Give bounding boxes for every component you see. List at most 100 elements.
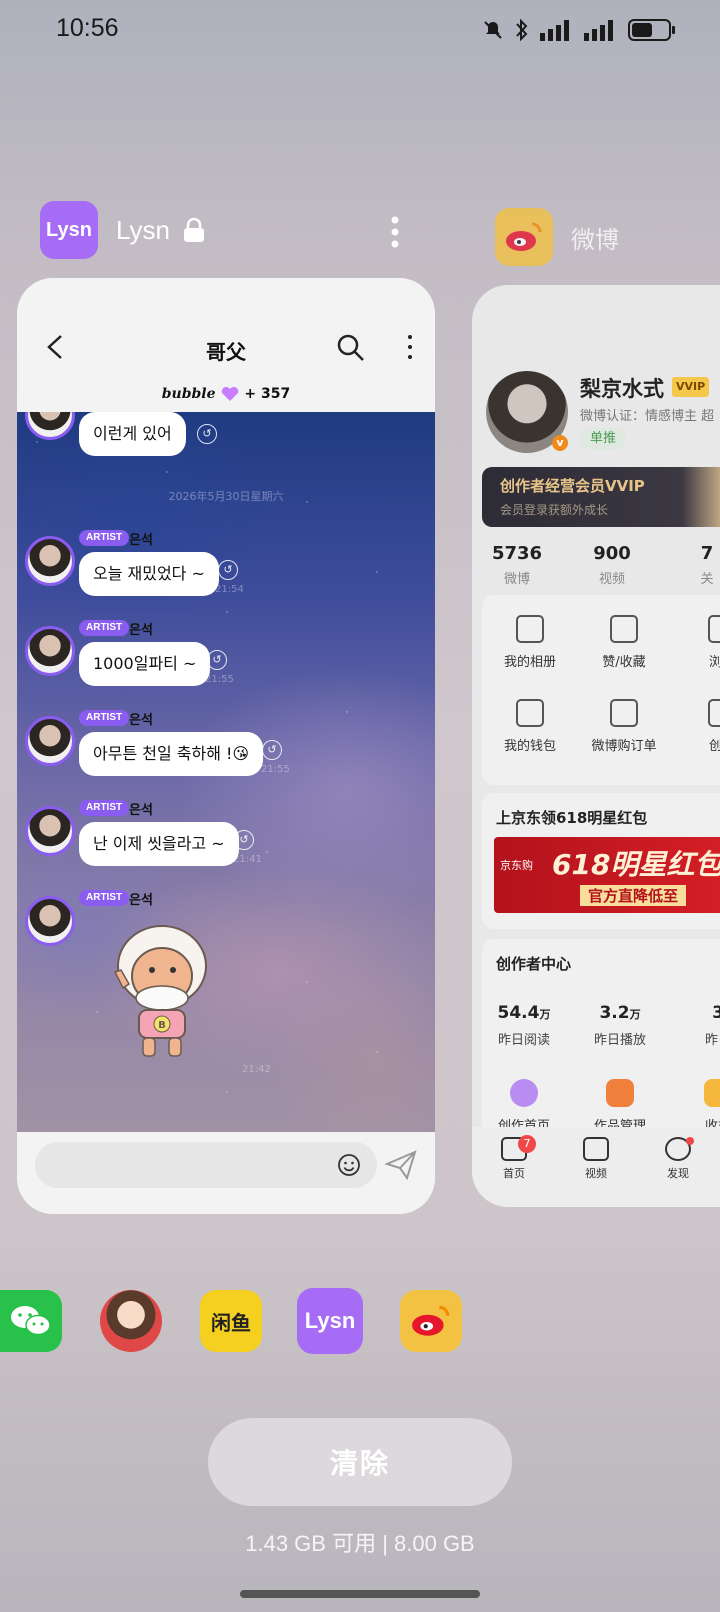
mute-icon [484, 21, 502, 39]
grid-item-orders[interactable]: 微博购订单 [574, 699, 674, 754]
tab-home[interactable]: 7 首页 [484, 1135, 544, 1181]
chat-input[interactable] [35, 1142, 377, 1188]
recommend-button[interactable]: 单推 [580, 428, 627, 450]
lysn-task-card[interactable]: 哥父 bubble + 357 이런게 있어 ↺ 2026年5月30日星期六 A… [17, 278, 435, 1214]
heart-icon [221, 386, 239, 401]
avatar[interactable] [25, 806, 75, 856]
bubble-subscription-line: bubble + 357 [17, 386, 435, 402]
message-bubble[interactable]: 오늘 재밌었다 ~ [79, 552, 219, 596]
ad-title: 上京东领618明星红包 [496, 809, 648, 827]
chat-message: ARTIST 은석 오늘 재밌었다 ~ ↺ 21:54 [17, 530, 435, 610]
grid-item-label: 创作 [708, 739, 720, 754]
chat-menu-icon[interactable] [405, 334, 415, 360]
creator-stat-reads[interactable]: 54.4万 昨日阅读 [478, 1003, 570, 1048]
reply-icon[interactable]: ↺ [197, 424, 217, 444]
chat-message: ARTIST 은석 난 이제 씻을라고 ~ ↺ 21:41 [17, 800, 435, 880]
avatar[interactable] [25, 896, 75, 946]
weibo-task-card[interactable]: v 梨京水式 VVIP 微博认证：情感博主 超 单推 创作者经营会员VVIP 会… [472, 285, 720, 1207]
status-icons [482, 18, 676, 42]
search-icon[interactable] [335, 332, 365, 362]
weibo-app-icon[interactable] [495, 208, 553, 266]
clear-all-button[interactable]: 清除 [208, 1418, 512, 1506]
vip-banner[interactable]: 创作者经营会员VVIP 会员登录获额外成长 [482, 467, 720, 527]
message-bubble[interactable]: 난 이제 씻을라고 ~ [79, 822, 239, 866]
weibo-tab-bar: 7 首页 视频 发现 [472, 1127, 720, 1207]
grid-item-label: 我的钱包 [503, 739, 556, 754]
grid-item-label: 我的相册 [503, 655, 556, 670]
send-icon[interactable] [385, 1150, 417, 1180]
dock-lysn[interactable]: Lysn [297, 1288, 363, 1354]
sender-name: 은석 [129, 533, 153, 548]
grid-item-label: 微博购订单 [591, 739, 657, 754]
stat-following[interactable]: 7 关 [662, 543, 720, 587]
ad-subline: 官方直降低至 [580, 885, 687, 906]
artist-badge: ARTIST [79, 710, 130, 726]
tab-video[interactable]: 视频 [566, 1137, 626, 1181]
chat-title: 哥父 [206, 340, 246, 364]
jd-ad-panel[interactable]: 上京东领618明星红包 京东购 618明星红包发不停 官方直降低至 [482, 793, 720, 929]
status-bar: 10:56 [0, 0, 720, 64]
message-bubble[interactable]: 아무튼 천일 축하해 !😘 [79, 732, 264, 776]
creator-stat-plays[interactable]: 3.2万 昨日播放 [574, 1003, 666, 1048]
tab-label: 发现 [667, 1167, 689, 1180]
grid-item-create[interactable]: 创作 [672, 699, 720, 754]
dock-wechat[interactable] [0, 1290, 62, 1352]
stat-number: 7 [700, 543, 714, 564]
lysn-task-header[interactable]: Lysn Lysn [40, 200, 420, 260]
album-icon [516, 615, 544, 643]
dock-avatar-app[interactable] [100, 1290, 162, 1352]
message-time: 21:55 [261, 764, 290, 775]
weibo-logo-icon [412, 1305, 450, 1336]
stat-posts[interactable]: 5736 微博 [472, 543, 562, 587]
weibo-stats: 5736 微博 900 视频 7 关 [472, 543, 720, 603]
chat-message: ARTIST 은석 아무튼 천일 축하해 !😘 ↺ 21:55 [17, 710, 435, 790]
message-bubble[interactable]: 이런게 있어 [79, 412, 186, 456]
chat-message: 이런게 있어 ↺ [17, 390, 435, 468]
creator-home-item[interactable]: 创作首页 [478, 1079, 570, 1134]
reply-icon[interactable]: ↺ [207, 650, 227, 670]
chat-input-area [17, 1132, 435, 1214]
vvip-badge: VVIP [672, 377, 710, 397]
avatar[interactable] [25, 536, 75, 586]
emoji-icon[interactable] [337, 1153, 361, 1177]
sticker-image[interactable]: B [97, 914, 227, 1064]
chat-background: 이런게 있어 ↺ 2026年5月30日星期六 ARTIST 은석 오늘 재밌었다… [17, 390, 435, 1132]
dock-weibo[interactable] [400, 1290, 462, 1352]
stat-label: 微博 [503, 572, 530, 587]
wechat-icon [11, 1306, 51, 1336]
create-icon [708, 699, 720, 727]
artist-badge: ARTIST [79, 890, 130, 906]
creator-center: 创作者中心 54.4万 昨日阅读 3.2万 昨日播放 3 昨日 创作首页 作品管… [482, 939, 720, 1139]
sticker-letter: B [158, 1020, 166, 1031]
grid-item-history[interactable]: 浏览 [672, 615, 720, 670]
reply-icon[interactable]: ↺ [234, 830, 254, 850]
signal-icon [584, 20, 613, 41]
avatar[interactable] [25, 716, 75, 766]
message-bubble[interactable]: 1000일파티 ~ [79, 642, 211, 686]
home-indicator[interactable] [240, 1590, 480, 1598]
creator-stat-label: 昨日播放 [593, 1033, 646, 1048]
weibo-app-name: 微博 [571, 225, 619, 254]
avatar[interactable] [25, 626, 75, 676]
lock-icon[interactable] [182, 217, 206, 243]
weibo-task-header[interactable]: 微博 [495, 208, 619, 266]
dock-xianyu[interactable]: 闲鱼 [200, 1290, 262, 1352]
stat-label: 关 [700, 572, 714, 587]
stat-videos[interactable]: 900 视频 [567, 543, 657, 587]
wallet-icon [516, 699, 544, 727]
grid-item-favorites[interactable]: 赞/收藏 [574, 615, 674, 670]
reply-icon[interactable]: ↺ [218, 560, 238, 580]
more-options-icon[interactable] [380, 212, 410, 252]
grid-item-wallet[interactable]: 我的钱包 [480, 699, 580, 754]
reply-icon[interactable]: ↺ [262, 740, 282, 760]
tab-discover[interactable]: 发现 [648, 1137, 708, 1181]
works-manage-item[interactable]: 作品管理 [574, 1079, 666, 1134]
earnings-item[interactable]: 收益 [672, 1079, 720, 1134]
video-icon [583, 1137, 609, 1161]
tab-label: 首页 [503, 1167, 525, 1180]
ad-banner[interactable]: 京东购 618明星红包发不停 官方直降低至 [494, 837, 720, 913]
lysn-app-icon[interactable]: Lysn [40, 201, 98, 259]
creator-stat-other[interactable]: 3 昨日 [672, 1003, 720, 1048]
grid-item-album[interactable]: 我的相册 [480, 615, 580, 670]
verified-badge-icon: v [552, 435, 568, 451]
